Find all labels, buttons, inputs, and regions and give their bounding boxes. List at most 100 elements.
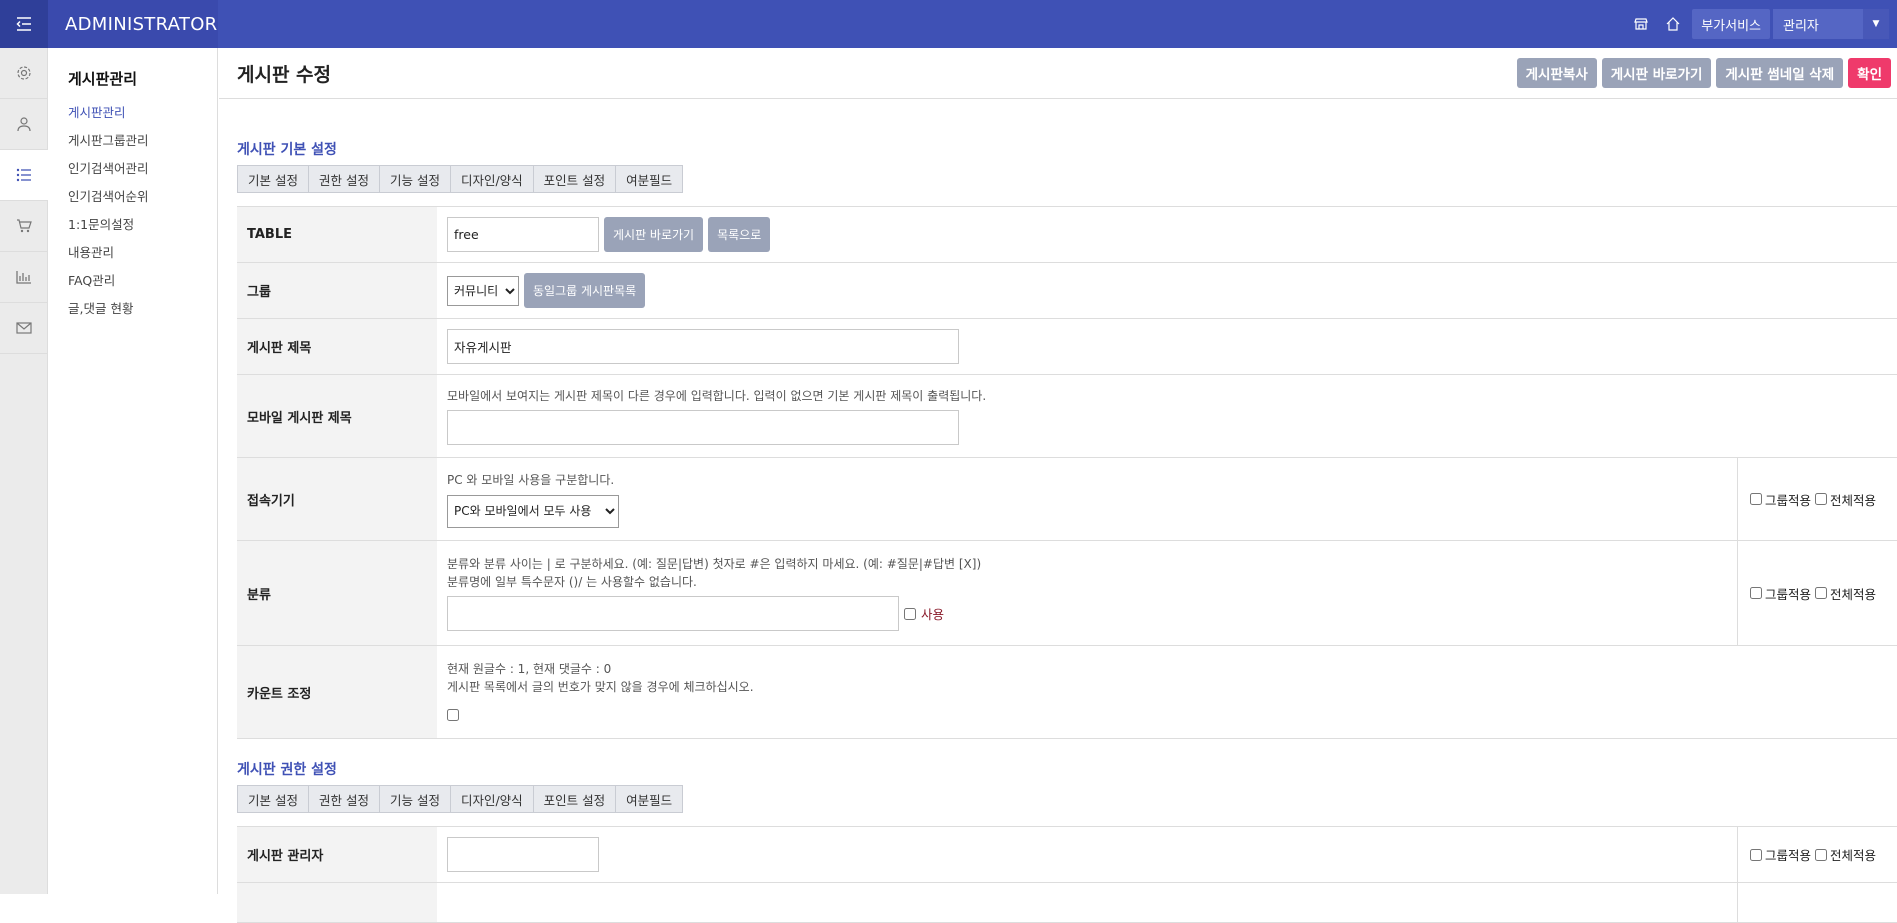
count-adjust-checkbox[interactable]	[447, 708, 459, 721]
all-apply-label: 전체적용	[1830, 492, 1877, 508]
rail-board[interactable]	[0, 150, 48, 201]
apply-options: 그룹적용 전체적용	[1737, 458, 1897, 540]
category-use-label: 사용	[921, 607, 945, 622]
row-label: 접속기기	[237, 458, 437, 540]
page-header: 게시판 수정 게시판복사 게시판 바로가기 게시판 썸네일 삭제 확인	[219, 48, 1897, 99]
rail-mail[interactable]	[0, 303, 48, 354]
mail-icon	[16, 322, 32, 334]
help-text: 게시판 목록에서 글의 번호가 맞지 않을 경우에 체크하십시오.	[447, 679, 754, 694]
sub-navigation: 게시판관리 게시판관리 게시판그룹관리 인기검색어관리 인기검색어순위 1:1문…	[48, 48, 218, 894]
admin-label: 관리자	[1783, 18, 1819, 34]
addon-service-button[interactable]: 부가서비스	[1692, 9, 1770, 39]
table-row: 모바일 게시판 제목 모바일에서 보여지는 게시판 제목이 다른 경우에 입력합…	[237, 375, 1897, 458]
board-admin-input[interactable]	[447, 837, 599, 872]
all-apply-checkbox[interactable]	[1815, 848, 1828, 861]
tab-extra[interactable]: 여분필드	[616, 166, 682, 192]
help-text: 모바일에서 보여지는 게시판 제목이 다른 경우에 입력합니다. 입력이 없으면…	[447, 389, 987, 403]
tab-function[interactable]: 기능 설정	[380, 786, 451, 812]
confirm-button[interactable]: 확인	[1848, 58, 1891, 88]
row-label: 그룹	[237, 263, 437, 318]
brand-title: ADMINISTRATOR	[48, 0, 218, 48]
row-label	[237, 883, 437, 922]
table-go-board-button[interactable]: 게시판 바로가기	[604, 217, 704, 252]
table-row: 그룹 커뮤니티 동일그룹 게시판목록	[237, 263, 1897, 319]
help-text: 분류명에 일부 특수문자 ()/ 는 사용할수 없습니다.	[447, 575, 697, 589]
table-row: 카운트 조정 현재 원글수 : 1, 현재 댓글수 : 0 게시판 목록에서 글…	[237, 646, 1897, 739]
tab-function[interactable]: 기능 설정	[380, 166, 451, 192]
admin-dropdown[interactable]: 관리자 ▼	[1773, 9, 1889, 39]
tab-basic[interactable]: 기본 설정	[238, 786, 309, 812]
tab-point[interactable]: 포인트 설정	[534, 786, 617, 812]
settings-table: TABLE 게시판 바로가기 목록으로 그룹 커뮤니티	[237, 206, 1897, 739]
device-select[interactable]: PC와 모바일에서 모두 사용	[447, 494, 619, 528]
subnav-item-board-group[interactable]: 게시판그룹관리	[68, 127, 217, 155]
tab-basic[interactable]: 기본 설정	[238, 166, 309, 192]
tab-extra[interactable]: 여분필드	[616, 786, 682, 812]
basic-settings-section: 게시판 기본 설정 기본 설정 권한 설정 기능 설정 디자인/양식 포인트 설…	[219, 99, 1897, 739]
table-row: 게시판 제목	[237, 319, 1897, 375]
apply-options: 그룹적용 전체적용	[1737, 541, 1897, 645]
category-use-checkbox[interactable]	[904, 607, 916, 620]
tab-point[interactable]: 포인트 설정	[534, 166, 617, 192]
subnav-item-post-stats[interactable]: 글,댓글 현황	[68, 295, 217, 323]
group-apply-label: 그룹적용	[1765, 586, 1812, 602]
tab-design[interactable]: 디자인/양식	[451, 786, 534, 812]
group-apply-checkbox[interactable]	[1750, 848, 1762, 861]
tab-design[interactable]: 디자인/양식	[451, 166, 534, 192]
table-row	[237, 883, 1897, 923]
all-apply-label: 전체적용	[1830, 586, 1877, 602]
delete-thumbnail-button[interactable]: 게시판 썸네일 삭제	[1716, 58, 1844, 88]
row-label: 분류	[237, 541, 437, 645]
rail-settings[interactable]	[0, 48, 48, 99]
tab-permission[interactable]: 권한 설정	[309, 166, 380, 192]
subnav-item-content[interactable]: 내용관리	[68, 239, 217, 267]
row-label: 모바일 게시판 제목	[237, 375, 437, 457]
all-apply-checkbox[interactable]	[1815, 493, 1828, 505]
home-icon[interactable]	[1657, 8, 1689, 40]
group-apply-checkbox[interactable]	[1750, 587, 1762, 599]
section-tabs: 기본 설정 권한 설정 기능 설정 디자인/양식 포인트 설정 여분필드	[237, 165, 684, 193]
gear-icon	[17, 66, 31, 80]
rail-member[interactable]	[0, 99, 48, 150]
rail-shop[interactable]	[0, 201, 48, 252]
group-select[interactable]: 커뮤니티	[447, 275, 519, 306]
chevron-down-icon: ▼	[1863, 9, 1889, 39]
icon-rail	[0, 48, 48, 894]
store-icon[interactable]	[1625, 8, 1657, 40]
all-apply-checkbox[interactable]	[1815, 587, 1828, 599]
category-input[interactable]	[447, 596, 899, 631]
cart-icon	[17, 219, 32, 233]
rail-stats[interactable]	[0, 252, 48, 303]
permission-settings-section: 게시판 권한 설정 기본 설정 권한 설정 기능 설정 디자인/양식 포인트 설…	[219, 739, 1897, 923]
copy-board-button[interactable]: 게시판복사	[1516, 58, 1597, 88]
user-icon	[17, 117, 31, 132]
subnav-item-popular-keyword[interactable]: 인기검색어관리	[68, 155, 217, 183]
tab-permission[interactable]: 권한 설정	[309, 786, 380, 812]
menu-toggle-icon[interactable]	[0, 0, 48, 48]
group-apply-checkbox[interactable]	[1750, 493, 1762, 505]
subnav-item-qa-config[interactable]: 1:1문의설정	[68, 211, 217, 239]
table-row: TABLE 게시판 바로가기 목록으로	[237, 207, 1897, 263]
subnav-item-popular-rank[interactable]: 인기검색어순위	[68, 183, 217, 211]
same-group-boards-button[interactable]: 동일그룹 게시판목록	[524, 273, 646, 308]
table-row: 분류 분류와 분류 사이는 | 로 구분하세요. (예: 질문|답변) 첫자로 …	[237, 541, 1897, 646]
board-subject-input[interactable]	[447, 329, 959, 364]
apply-options	[1737, 883, 1897, 922]
section-title: 게시판 권한 설정	[237, 762, 337, 778]
row-label: TABLE	[237, 207, 437, 262]
table-row: 게시판 관리자 그룹적용 전체적용	[237, 827, 1897, 883]
section-title: 게시판 기본 설정	[237, 142, 337, 158]
main-content: 게시판 수정 게시판복사 게시판 바로가기 게시판 썸네일 삭제 확인 게시판 …	[219, 48, 1897, 923]
help-text: PC 와 모바일 사용을 구분합니다.	[447, 472, 615, 487]
list-icon	[16, 168, 31, 182]
back-to-list-button[interactable]: 목록으로	[708, 217, 771, 252]
bar-chart-icon	[16, 271, 31, 284]
go-board-button[interactable]: 게시판 바로가기	[1601, 58, 1712, 88]
table-id-input[interactable]	[447, 217, 599, 252]
subnav-item-faq[interactable]: FAQ관리	[68, 267, 217, 295]
subnav-item-board[interactable]: 게시판관리	[68, 99, 217, 127]
help-text: 분류와 분류 사이는 | 로 구분하세요. (예: 질문|답변) 첫자로 #은 …	[447, 557, 982, 571]
mobile-subject-input[interactable]	[447, 410, 959, 445]
row-label: 카운트 조정	[237, 646, 437, 738]
page-title: 게시판 수정	[237, 63, 332, 86]
